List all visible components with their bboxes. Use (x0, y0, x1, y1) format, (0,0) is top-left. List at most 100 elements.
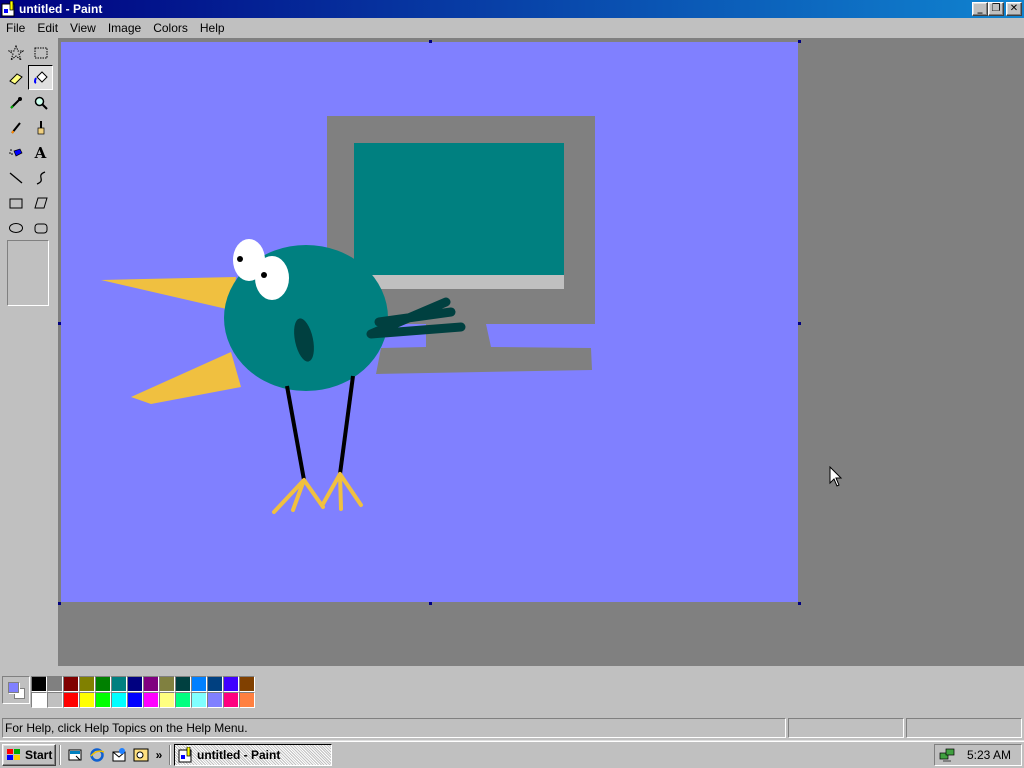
menu-help[interactable]: Help (194, 18, 231, 38)
status-coordinates (788, 718, 904, 738)
color-swatch[interactable] (223, 676, 239, 692)
status-selection-size (906, 718, 1022, 738)
network-status-icon[interactable] (939, 747, 955, 763)
quicklaunch-outlook-express[interactable] (109, 745, 129, 765)
paint-app-icon (178, 746, 192, 762)
menu-image[interactable]: Image (102, 18, 147, 38)
quicklaunch-channels[interactable] (131, 745, 151, 765)
color-swatch[interactable] (79, 692, 95, 708)
color-swatch[interactable] (95, 676, 111, 692)
color-swatch[interactable] (159, 692, 175, 708)
color-swatch[interactable] (111, 676, 127, 692)
tool-pencil[interactable] (3, 115, 28, 140)
tool-polygon[interactable] (28, 190, 53, 215)
canvas-workspace[interactable] (58, 38, 1024, 666)
tool-ellipse[interactable] (3, 215, 28, 240)
taskbar: Start » untitled - Paint 5:23 AM (0, 740, 1024, 768)
color-swatch[interactable] (175, 692, 191, 708)
quicklaunch-more-chevron[interactable]: » (152, 748, 166, 762)
resize-handle-bottom-mid[interactable] (429, 602, 432, 605)
curve-icon (36, 170, 45, 185)
tool-pick-color[interactable] (3, 90, 28, 115)
eyedropper-icon (9, 96, 22, 109)
color-swatch[interactable] (191, 676, 207, 692)
color-swatch[interactable] (31, 692, 47, 708)
color-swatch[interactable] (207, 676, 223, 692)
close-button[interactable]: ✕ (1006, 2, 1022, 16)
restore-button[interactable]: ❐ (988, 2, 1004, 16)
color-swatch[interactable] (239, 692, 255, 708)
title-bar[interactable]: untitled - Paint _ ❐ ✕ (0, 0, 1024, 18)
color-swatch[interactable] (143, 676, 159, 692)
color-swatch[interactable] (143, 692, 159, 708)
color-swatch[interactable] (207, 692, 223, 708)
color-swatch[interactable] (31, 676, 47, 692)
ellipse-icon (8, 222, 23, 233)
tool-fill-with-color[interactable] (28, 65, 53, 90)
tool-curve[interactable] (28, 165, 53, 190)
tool-line[interactable] (3, 165, 28, 190)
menu-bar: File Edit View Image Colors Help (0, 18, 1024, 38)
current-colors-indicator[interactable] (2, 676, 30, 704)
status-bar: For Help, click Help Topics on the Help … (0, 718, 1024, 740)
clock[interactable]: 5:23 AM (967, 748, 1011, 762)
menu-view[interactable]: View (64, 18, 102, 38)
tool-airbrush[interactable] (3, 140, 28, 165)
tool-free-form-select[interactable] (3, 40, 28, 65)
minimize-button[interactable]: _ (972, 2, 988, 16)
color-swatch[interactable] (239, 676, 255, 692)
channels-icon (133, 748, 149, 761)
monitor-screen (354, 143, 564, 275)
tool-magnifier[interactable] (28, 90, 53, 115)
mouse-pointer-icon (829, 466, 843, 487)
rounded-rectangle-icon (34, 223, 47, 233)
color-swatch[interactable] (95, 692, 111, 708)
color-swatch[interactable] (63, 692, 79, 708)
tool-eraser[interactable] (3, 65, 28, 90)
magnifier-icon (34, 96, 48, 110)
drawing-canvas[interactable] (61, 42, 798, 602)
color-swatch[interactable] (47, 676, 63, 692)
resize-handle-bottom-left[interactable] (58, 602, 61, 605)
tool-rectangle[interactable] (3, 190, 28, 215)
taskbar-button-paint[interactable]: untitled - Paint (174, 743, 332, 766)
menu-edit[interactable]: Edit (31, 18, 64, 38)
resize-handle-right-mid[interactable] (798, 322, 801, 325)
pencil-icon (10, 121, 21, 134)
airbrush-icon (8, 148, 22, 156)
color-swatch[interactable] (47, 692, 63, 708)
color-swatch[interactable] (223, 692, 239, 708)
resize-handle-bottom-right[interactable] (798, 602, 801, 605)
rect-select-icon (34, 47, 47, 58)
resize-handle-top-mid[interactable] (429, 40, 432, 43)
tool-brush[interactable] (28, 115, 53, 140)
tool-rounded-rectangle[interactable] (28, 215, 53, 240)
line-icon (9, 172, 22, 183)
color-palette-bar (0, 666, 1024, 714)
start-label: Start (25, 747, 53, 762)
resize-handle-left-mid[interactable] (58, 322, 61, 325)
quicklaunch-desktop[interactable] (65, 745, 85, 765)
menu-file[interactable]: File (0, 18, 31, 38)
color-swatch[interactable] (127, 676, 143, 692)
resize-handle-top-right[interactable] (798, 40, 801, 43)
color-swatch[interactable] (111, 692, 127, 708)
show-desktop-icon (68, 749, 82, 760)
color-swatch[interactable] (191, 692, 207, 708)
windows-logo-icon (7, 748, 20, 760)
status-help-text: For Help, click Help Topics on the Help … (2, 718, 786, 738)
start-button[interactable]: Start (2, 743, 56, 766)
menu-colors[interactable]: Colors (147, 18, 194, 38)
color-swatch[interactable] (63, 676, 79, 692)
bird-eye-right (255, 256, 289, 300)
quicklaunch-internet-explorer[interactable] (87, 745, 107, 765)
color-swatch[interactable] (175, 676, 191, 692)
color-swatch[interactable] (127, 692, 143, 708)
tool-text[interactable]: A (28, 140, 53, 165)
color-swatch[interactable] (79, 676, 95, 692)
foreground-color (8, 682, 19, 693)
tool-options-box[interactable] (7, 240, 49, 306)
color-swatch[interactable] (159, 676, 175, 692)
tool-select[interactable] (28, 40, 53, 65)
taskbar-separator (169, 744, 171, 765)
